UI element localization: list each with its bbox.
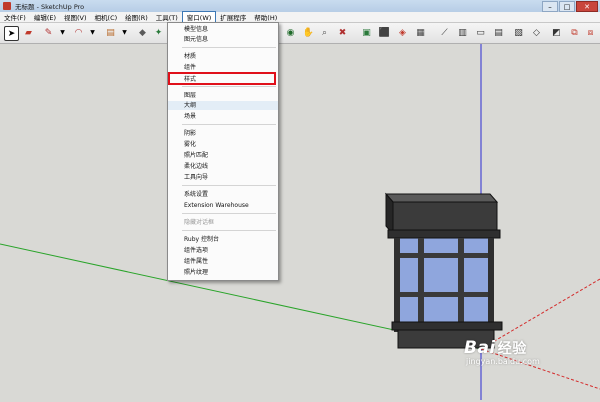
xray-style-icon[interactable]: ⟋ [438, 26, 451, 39]
front-view-icon[interactable]: ⧈ [584, 26, 597, 39]
zoom-extents-icon[interactable]: ✖ [336, 26, 349, 39]
zoom-tool-icon[interactable]: ⌕ [318, 26, 331, 39]
maximize-button[interactable]: □ [559, 1, 575, 12]
textured-style-icon[interactable]: ▧ [512, 26, 525, 39]
sketchup-logo-icon [3, 2, 11, 10]
menu-item-model-info[interactable]: 模型信息 [168, 25, 278, 34]
menu-separator [182, 213, 276, 214]
menu-edit[interactable]: 编辑(E) [30, 12, 60, 22]
menu-item-match-photo[interactable]: 照片匹配 [168, 151, 278, 160]
layout-icon[interactable]: ▦ [414, 26, 427, 39]
select-tool-icon[interactable]: ➤ [4, 26, 19, 41]
pan-tool-icon[interactable]: ✋ [302, 26, 315, 39]
push-pull-tool-icon[interactable]: ◆ [136, 26, 149, 39]
menu-help[interactable]: 帮助(H) [250, 12, 281, 22]
menu-item-shadows[interactable]: 阴影 [168, 129, 278, 138]
shape-dropdown-icon[interactable]: ▼ [118, 26, 131, 39]
toolbar: ➤ ▰ ✎ ▼ ◠ ▼ ▤ ▼ ◆ ✦ ◉ ✋ ⌕ ✖ ▣ ⬛ ◈ ▦ ⟋ ▥ … [0, 23, 600, 44]
shaded-style-icon[interactable]: ▤ [492, 26, 505, 39]
monochrome-style-icon[interactable]: ◇ [530, 26, 543, 39]
menu-item-extension-warehouse[interactable]: Extension Warehouse [168, 201, 278, 210]
title-bar: 无标题 - SketchUp Pro – □ ✕ [0, 0, 600, 12]
annotation-highlight-box [168, 72, 276, 85]
watermark-brand-cn: 经验 [497, 341, 527, 357]
menu-item-soften-edges[interactable]: 柔化边线 [168, 162, 278, 171]
menu-item-hide-dialogs: 隐藏对话框 [184, 219, 215, 226]
share-model-icon[interactable]: ⬛ [378, 26, 391, 39]
menu-item-component-options[interactable]: 组件选项 [168, 246, 278, 255]
rectangle-tool-icon[interactable]: ▤ [104, 26, 117, 39]
eraser-tool-icon[interactable]: ▰ [22, 26, 35, 39]
menu-tools[interactable]: 工具(T) [152, 12, 182, 22]
top-view-icon[interactable]: ⧉ [568, 26, 581, 39]
menu-separator [182, 124, 276, 125]
glass-pane [397, 237, 491, 333]
close-button[interactable]: ✕ [576, 1, 598, 12]
menu-file[interactable]: 文件(F) [0, 12, 30, 22]
menu-bar: 文件(F) 编辑(E) 视图(V) 相机(C) 绘图(R) 工具(T) 窗口(W… [0, 11, 600, 23]
offset-tool-icon[interactable]: ✦ [152, 26, 165, 39]
menu-item-materials[interactable]: 材质 [168, 52, 278, 61]
menu-draw[interactable]: 绘图(R) [121, 12, 152, 22]
menu-separator [182, 185, 276, 186]
menu-view[interactable]: 视图(V) [60, 12, 91, 22]
window-title: 无标题 - SketchUp Pro [15, 3, 85, 11]
arc-tool-icon[interactable]: ◠ [72, 26, 85, 39]
menu-item-photo-textures[interactable]: 照片纹理 [168, 268, 278, 277]
arc-dropdown-icon[interactable]: ▼ [86, 26, 99, 39]
menu-item-fog[interactable]: 雾化 [168, 140, 278, 149]
menu-item-scenes[interactable]: 场景 [168, 112, 278, 121]
menu-separator [182, 47, 276, 48]
menu-item-ruby-console[interactable]: Ruby 控制台 [168, 235, 278, 244]
window-menu-dropdown: 模型信息 图元信息 材质 组件 样式 图层 大纲 场景 阴影 雾化 照片匹配 柔… [167, 22, 279, 281]
line-dropdown-icon[interactable]: ▼ [56, 26, 69, 39]
warehouse-icon[interactable]: ▣ [360, 26, 373, 39]
menu-item-outliner[interactable]: 大纲 [168, 101, 278, 110]
hidden-line-style-icon[interactable]: ▭ [474, 26, 487, 39]
menu-separator [182, 86, 276, 87]
baidu-jingyan-watermark: Bai 经验 jingyan.baidu.com [464, 338, 540, 366]
extension-warehouse-icon[interactable]: ◈ [396, 26, 409, 39]
minimize-button[interactable]: – [542, 1, 558, 12]
menu-item-layers[interactable]: 图层 [168, 91, 278, 100]
window-model[interactable] [384, 192, 503, 349]
menu-item-component-attributes[interactable]: 组件属性 [168, 257, 278, 266]
menu-item-preferences[interactable]: 系统设置 [168, 190, 278, 199]
menu-item-entity-info[interactable]: 图元信息 [168, 35, 278, 44]
watermark-url: jingyan.baidu.com [466, 357, 540, 366]
watermark-brand-latin: Bai [464, 338, 496, 358]
window-controls: – □ ✕ [542, 1, 598, 12]
menu-camera[interactable]: 相机(C) [91, 12, 122, 22]
menu-item-components[interactable]: 组件 [168, 63, 278, 72]
menu-separator [182, 230, 276, 231]
orbit-tool-icon[interactable]: ◉ [284, 26, 297, 39]
pencil-tool-icon[interactable]: ✎ [42, 26, 55, 39]
iso-view-icon[interactable]: ◩ [550, 26, 563, 39]
menu-extensions[interactable]: 扩展程序 [216, 12, 250, 22]
wireframe-style-icon[interactable]: ▥ [456, 26, 469, 39]
menu-item-instructor[interactable]: 工具向导 [168, 173, 278, 182]
watermark-brand: Bai 经验 [464, 338, 540, 358]
